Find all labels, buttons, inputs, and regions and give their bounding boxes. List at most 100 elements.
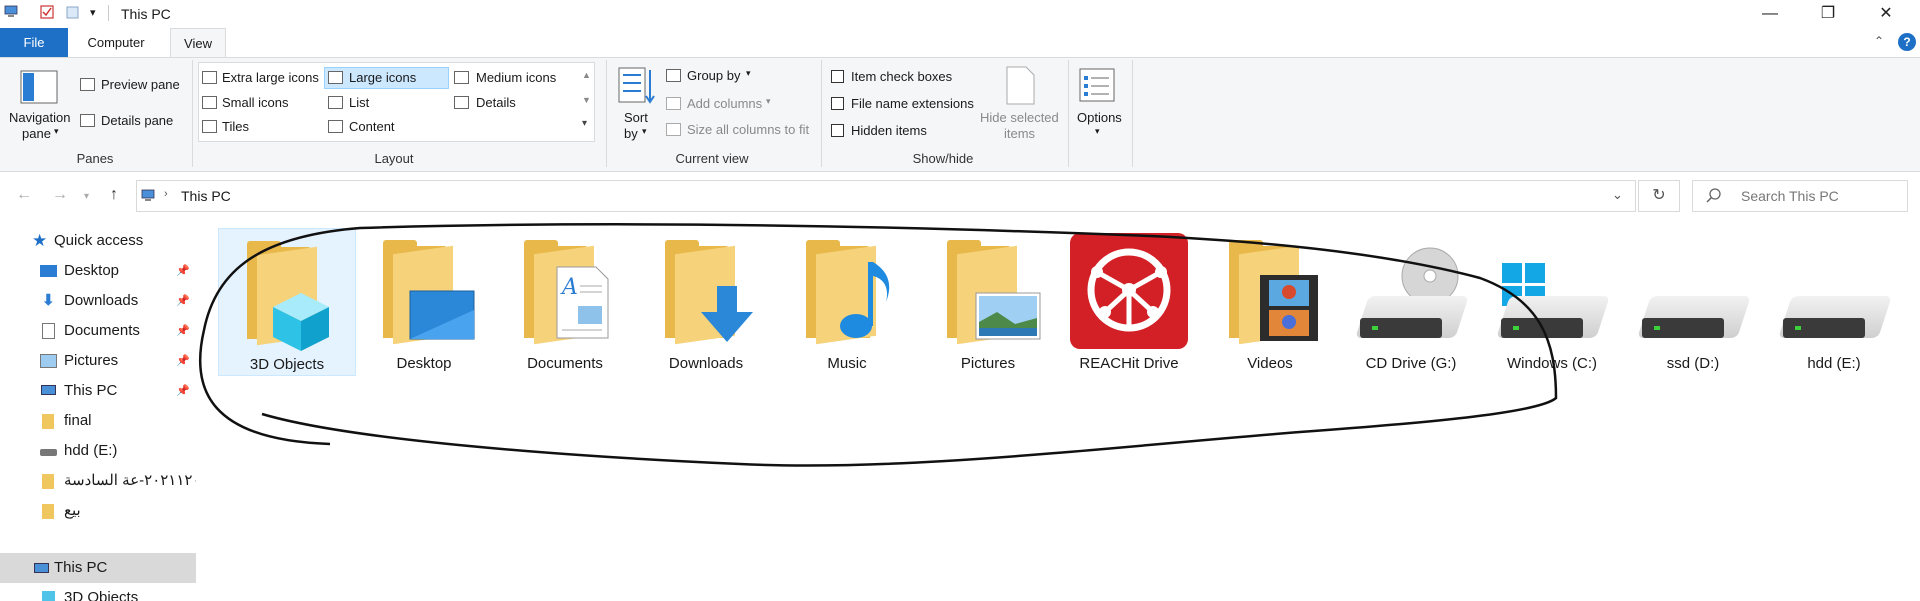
properties-icon[interactable] [40,5,55,20]
layout-list[interactable]: List [349,95,369,110]
sidebar-item-quick-access[interactable]: ★ Quick access [0,226,196,256]
item-reachit-drive[interactable]: REACHit Drive [1060,228,1198,376]
item-downloads[interactable]: Downloads [637,228,775,376]
help-icon[interactable]: ? [1898,33,1916,51]
pin-icon[interactable]: 📌 [176,256,190,286]
sidebar-item-this-pc-pinned[interactable]: This PC 📌 [0,376,196,406]
medium-icons-icon[interactable] [454,71,469,84]
dropdown-arrow-icon[interactable]: ▾ [642,126,647,137]
tab-view[interactable]: View [170,28,226,58]
layout-tiles[interactable]: Tiles [222,119,249,134]
details-pane-button[interactable]: Details pane [101,113,173,128]
layout-medium-icons[interactable]: Medium icons [476,70,556,85]
new-folder-icon[interactable] [66,5,80,20]
file-name-extensions-label[interactable]: File name extensions [851,96,974,111]
dropdown-arrow-icon[interactable]: ▾ [1095,126,1100,137]
item-ssd-d[interactable]: ssd (D:) [1624,228,1762,376]
close-button[interactable]: ✕ [1857,0,1915,28]
search-placeholder[interactable]: Search This PC [1741,188,1839,204]
layout-small-icons[interactable]: Small icons [222,95,288,110]
gallery-scroll-up-icon[interactable]: ▲ [582,70,591,80]
gallery-scroll-down-icon[interactable]: ▼ [582,95,591,105]
maximize-button[interactable]: ❐ [1799,0,1857,28]
tab-computer[interactable]: Computer [70,28,162,57]
address-bar[interactable] [136,180,1636,212]
tiles-icon[interactable] [202,120,217,133]
navigation-pane-label-2[interactable]: pane [22,126,51,141]
sidebar-item-3d-objects[interactable]: 3D Objects [0,583,196,601]
pin-icon[interactable]: 📌 [176,316,190,346]
dropdown-arrow-icon[interactable]: ▾ [746,68,751,79]
list-icon[interactable] [328,96,343,109]
sidebar-item-label: This PC [64,382,118,399]
group-by-icon[interactable] [666,69,681,82]
navigation-pane-label[interactable]: Navigation [9,110,70,125]
sidebar-item-pictures[interactable]: Pictures 📌 [0,346,196,376]
layout-large-icons[interactable]: Large icons [349,70,416,85]
sidebar-item-this-pc[interactable]: This PC [0,553,196,583]
file-name-extensions-checkbox[interactable] [831,97,844,110]
details-icon[interactable] [454,96,469,109]
sort-by-icon[interactable] [618,66,656,106]
sidebar-item-arabic-folder[interactable]: ٢٠٢١١٢٠٨-عة السادسة [0,466,196,496]
item-pictures[interactable]: Pictures [919,228,1057,376]
pin-icon[interactable]: 📌 [176,376,190,406]
item-desktop[interactable]: Desktop [355,228,493,376]
hidden-items-label[interactable]: Hidden items [851,123,927,138]
hidden-items-checkbox[interactable] [831,124,844,137]
sort-by-label-2[interactable]: by [624,126,638,141]
breadcrumb-this-pc[interactable]: This PC [181,188,231,204]
sidebar-item-documents[interactable]: Documents 📌 [0,316,196,346]
minimize-button[interactable]: — [1741,0,1799,28]
group-by-button[interactable]: Group by [687,68,740,83]
item-windows-c[interactable]: Windows (C:) [1483,228,1621,376]
up-arrow-icon[interactable]: ↑ [110,186,118,204]
breadcrumb-chevron-icon[interactable]: › [164,188,168,200]
gallery-expand-icon[interactable]: ▾ [582,118,587,129]
preview-pane-button[interactable]: Preview pane [101,77,180,92]
music-note-icon [840,262,890,338]
item-check-boxes-checkbox[interactable] [831,70,844,83]
sidebar-item-arabic-folder-2[interactable]: بيع [0,496,196,526]
small-icons-icon[interactable] [202,96,217,109]
sidebar-item-downloads[interactable]: ⬇ Downloads 📌 [0,286,196,316]
refresh-button[interactable]: ↻ [1638,180,1680,212]
extra-large-icons-icon[interactable] [202,71,217,84]
large-icons-icon[interactable] [328,71,343,84]
sidebar-item-desktop[interactable]: Desktop 📌 [0,256,196,286]
layout-extra-large-icons[interactable]: Extra large icons [222,70,319,85]
options-button[interactable]: Options [1077,110,1122,125]
sidebar-item-hdd-e[interactable]: hdd (E:) [0,436,196,466]
item-cd-drive[interactable]: CD Drive (G:) [1342,228,1480,376]
details-pane-icon[interactable] [80,114,95,127]
pin-icon[interactable]: 📌 [176,286,190,316]
layout-content[interactable]: Content [349,119,395,134]
item-music[interactable]: Music [778,228,916,376]
sidebar-item-final[interactable]: final [0,406,196,436]
item-name: Pictures [960,355,1016,372]
forward-arrow-icon[interactable]: → [52,186,68,204]
back-arrow-icon[interactable]: ← [16,186,32,204]
options-icon[interactable] [1079,68,1117,104]
layout-details[interactable]: Details [476,95,516,110]
sidebar-item-label: This PC [54,559,108,576]
tab-file[interactable]: File [0,28,68,57]
customize-qat-icon[interactable]: ▾ [90,6,96,19]
collapse-ribbon-icon[interactable]: ⌃ [1874,34,1884,48]
navigation-pane-icon[interactable] [20,70,60,110]
sidebar-item-label: Documents [64,322,140,339]
sort-by-label[interactable]: Sort [624,110,648,125]
dropdown-arrow-icon[interactable]: ▾ [54,126,59,137]
dropdown-arrow-icon: ▾ [766,96,771,106]
pin-icon[interactable]: 📌 [176,346,190,376]
item-videos[interactable]: Videos [1201,228,1339,376]
recent-locations-icon[interactable]: ▾ [84,191,89,202]
item-check-boxes-label[interactable]: Item check boxes [851,69,952,84]
content-icon[interactable] [328,120,343,133]
address-dropdown-icon[interactable]: ⌄ [1612,187,1623,203]
item-documents[interactable]: A Documents [496,228,634,376]
item-3d-objects[interactable]: 3D Objects [218,228,356,376]
item-hdd-e[interactable]: hdd (E:) [1765,228,1903,376]
sidebar-item-label: Pictures [64,352,119,369]
preview-pane-icon[interactable] [80,78,95,91]
